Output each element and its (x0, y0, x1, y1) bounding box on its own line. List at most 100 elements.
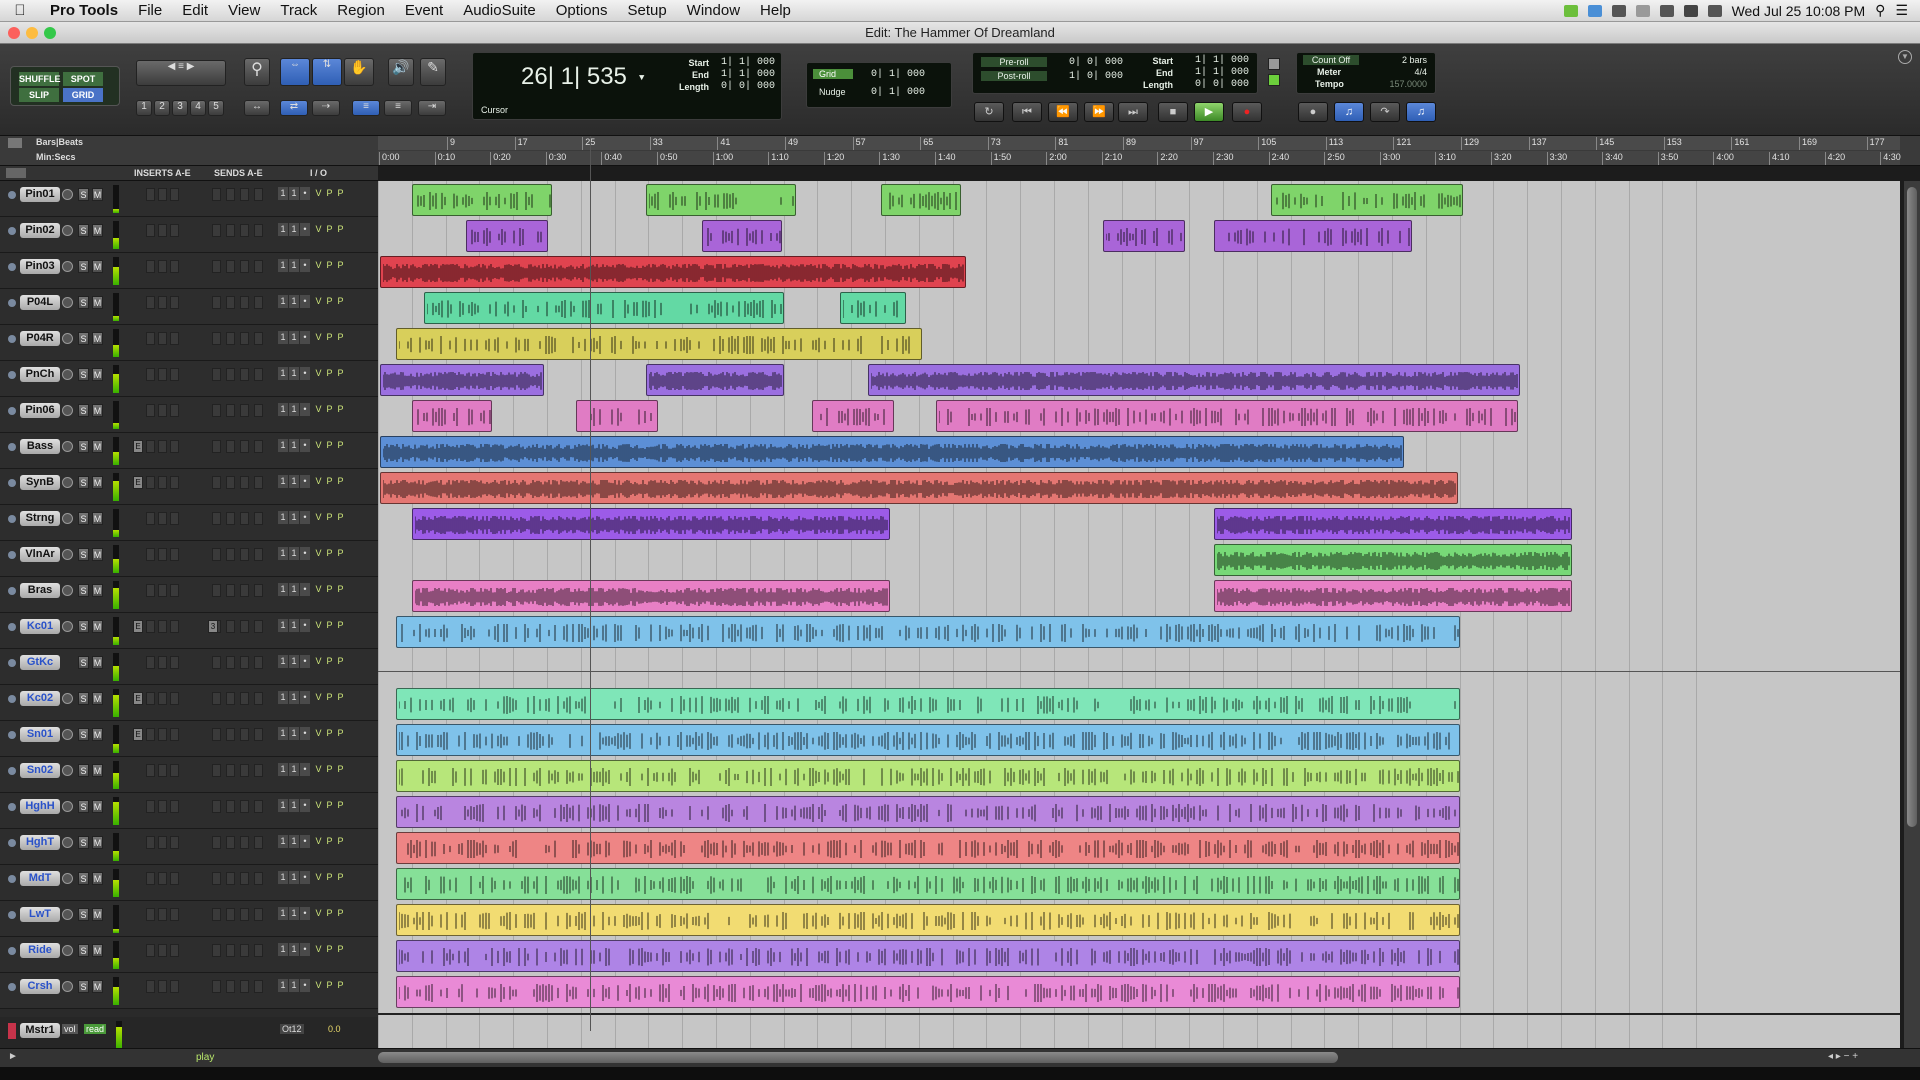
insert-e-plugin[interactable]: E (133, 476, 143, 489)
send-slot[interactable] (240, 908, 249, 921)
mute-button[interactable]: M (92, 836, 103, 849)
record-arm-button[interactable] (62, 585, 73, 596)
record-arm-button[interactable] (62, 693, 73, 704)
track-name[interactable]: Sn02 (20, 763, 60, 778)
send-slot[interactable] (226, 188, 235, 201)
send-slot[interactable] (240, 692, 249, 705)
clip[interactable] (646, 184, 796, 216)
clip[interactable] (396, 688, 1460, 720)
horizontal-scrollbar[interactable] (378, 1052, 1338, 1063)
insert-slot[interactable] (158, 440, 167, 453)
track-header[interactable]: Ride S M 1 1 • VPP (0, 937, 378, 973)
send-slot[interactable] (254, 944, 263, 957)
record-enable-toggle[interactable] (1268, 74, 1280, 86)
clip[interactable] (1214, 580, 1572, 612)
insert-slot[interactable] (170, 728, 179, 741)
min-secs-ruler-label[interactable]: Min:Secs (36, 152, 76, 162)
clip[interactable] (412, 184, 552, 216)
insert-slot[interactable] (158, 656, 167, 669)
track-name[interactable]: Pin06 (20, 403, 60, 418)
clip[interactable] (396, 940, 1460, 972)
link-timeline-icon[interactable]: ⇄ (280, 100, 308, 116)
record-arm-button[interactable] (62, 801, 73, 812)
insert-slot[interactable] (146, 908, 155, 921)
insert-slot[interactable] (146, 800, 155, 813)
solo-button[interactable]: S (78, 404, 89, 417)
io-selector[interactable]: 1 1 • VPP (278, 691, 364, 707)
send-slot[interactable] (212, 584, 221, 597)
send-slot[interactable] (254, 260, 263, 273)
zoomer-tool-icon[interactable]: ⚲ (244, 58, 270, 86)
metronome-button[interactable]: ♫ (1334, 102, 1364, 122)
send-slot[interactable] (240, 620, 249, 633)
clip[interactable] (1214, 544, 1572, 576)
clip[interactable] (396, 328, 922, 360)
send-slot[interactable] (254, 512, 263, 525)
track-header[interactable]: GtKc S M 1 1 • VPP (0, 649, 378, 685)
send-slot[interactable] (226, 224, 235, 237)
toolbar-menu-icon[interactable]: ▼ (1898, 50, 1912, 64)
mirror-midi-icon[interactable]: ≡ (384, 100, 412, 116)
track-select-icon[interactable] (8, 803, 16, 811)
io-selector[interactable]: 1 1 • VPP (278, 619, 364, 635)
solo-button[interactable]: S (78, 692, 89, 705)
send-slot[interactable] (254, 188, 263, 201)
clip[interactable] (396, 868, 1460, 900)
clip[interactable] (936, 400, 1518, 432)
insert-slot[interactable] (158, 368, 167, 381)
record-arm-button[interactable] (62, 873, 73, 884)
track-name[interactable]: Kc01 (20, 619, 60, 634)
mute-button[interactable]: M (92, 332, 103, 345)
insert-slot[interactable] (146, 296, 155, 309)
io-selector[interactable]: 1 1 • VPP (278, 367, 364, 383)
insertion-follows-icon[interactable]: ≡ (352, 100, 380, 116)
send-slot[interactable] (226, 944, 235, 957)
track-select-icon[interactable] (8, 911, 16, 919)
send-slot[interactable] (226, 368, 235, 381)
insert-slot[interactable] (170, 260, 179, 273)
insert-slot[interactable] (170, 548, 179, 561)
tempo-value[interactable]: 157.0000 (1389, 79, 1427, 89)
menu-edit[interactable]: Edit (172, 2, 218, 19)
io-selector[interactable]: 1 1 • VPP (278, 331, 364, 347)
track-name[interactable]: HghH (20, 799, 60, 814)
send-slot[interactable] (226, 296, 235, 309)
chevron-down-icon[interactable]: ▼ (639, 73, 644, 83)
solo-button[interactable]: S (78, 764, 89, 777)
insert-slot[interactable] (146, 440, 155, 453)
insert-slot[interactable] (158, 188, 167, 201)
selector-tool-icon[interactable]: ⇅ (312, 58, 342, 86)
send-slot[interactable] (254, 728, 263, 741)
postroll-label[interactable]: Post-roll (981, 71, 1047, 81)
send-slot[interactable] (212, 944, 221, 957)
status-app-icon[interactable] (1587, 4, 1602, 17)
send-slot[interactable] (240, 836, 249, 849)
track-select-icon[interactable] (8, 407, 16, 415)
send-slot[interactable] (240, 404, 249, 417)
track-name[interactable]: P04R (20, 331, 60, 346)
track-select-icon[interactable] (8, 299, 16, 307)
io-selector[interactable]: 1 1 • VPP (278, 511, 364, 527)
send-slot[interactable] (240, 368, 249, 381)
send-slot[interactable] (240, 260, 249, 273)
mute-button[interactable]: M (92, 584, 103, 597)
track-name[interactable]: Bras (20, 583, 60, 598)
send-slot[interactable] (240, 188, 249, 201)
trim-tool-icon[interactable]: ⇔ (280, 58, 310, 86)
clip[interactable] (396, 904, 1460, 936)
count-off-label[interactable]: Count Off (1303, 55, 1359, 65)
send-slot[interactable] (212, 728, 221, 741)
nudge-value[interactable]: 0| 1| 000 (871, 87, 925, 98)
menu-track[interactable]: Track (270, 2, 327, 19)
solo-button[interactable]: S (78, 296, 89, 309)
io-selector[interactable]: 1 1 • VPP (278, 907, 364, 923)
send-slot[interactable] (254, 620, 263, 633)
selection-end[interactable]: 1| 1| 000 (711, 69, 775, 81)
send-slot[interactable] (212, 476, 221, 489)
track-header[interactable]: Pin01 S M 1 1 • VPP (0, 181, 378, 217)
solo-button[interactable]: S (78, 476, 89, 489)
track-select-icon[interactable] (8, 371, 16, 379)
clip[interactable] (380, 256, 966, 288)
mute-button[interactable]: M (92, 872, 103, 885)
insert-slot[interactable] (146, 404, 155, 417)
